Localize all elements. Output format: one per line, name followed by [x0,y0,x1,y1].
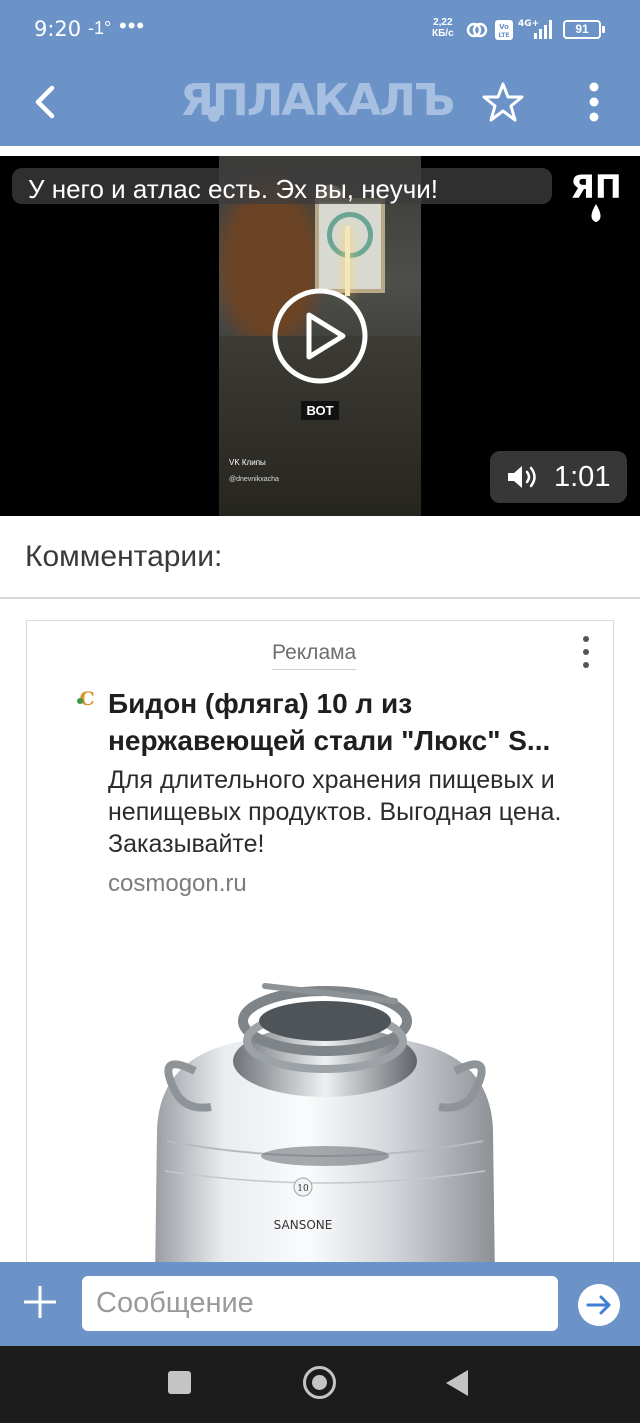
back-arrow-icon[interactable] [24,80,68,124]
video-title: У него и атлас есть. Эх вы, неучи! [28,174,439,204]
speaker-icon[interactable] [506,464,540,490]
ad-card[interactable]: Реклама C Бидон (фляга) 10 л из нержавею… [26,620,614,1280]
thumb-caption-text: ВОТ [301,401,339,420]
plus-icon[interactable] [20,1282,60,1322]
thumb-caption: ВОТ [219,401,421,420]
play-icon[interactable] [271,287,369,385]
thumb-ring-shape [327,212,373,258]
svg-text:4G+: 4G+ [518,19,539,29]
send-arrow-icon[interactable] [578,1284,620,1326]
recents-square-icon[interactable] [168,1371,191,1394]
comments-heading: Комментарии: [25,540,223,573]
video-title-bar: У него и атлас есть. Эх вы, неучи! [12,168,552,204]
status-bar: 9:20 -1° ••• 2,22 КБ/с Vo LTE 4G+ 91 [0,0,640,60]
ad-product-image[interactable]: 10 SANSONE [145,981,505,1280]
advertiser-favicon-icon: C [77,688,95,709]
video-player[interactable]: ВОТ VK Клипы @dnevnikxacha У него и атла… [0,156,640,516]
screen: 9:20 -1° ••• 2,22 КБ/с Vo LTE 4G+ 91 ЯПЛ… [0,0,640,1423]
ad-domain-link[interactable]: cosmogon.ru [108,870,247,898]
thumb-source: VK Клипы [229,458,266,467]
nav-back-triangle-icon[interactable] [446,1370,468,1396]
net-speed-value: 2,22 [433,17,453,28]
home-circle-icon[interactable] [303,1366,336,1399]
product-volume-label: 10 [297,1184,309,1194]
hotspot-icon [466,22,488,38]
message-composer [0,1262,640,1346]
battery-icon: 91 [563,20,605,39]
ad-menu-icon[interactable] [573,635,599,669]
volte-icon: Vo LTE [495,20,513,40]
site-logo[interactable]: ЯПЛАКАЛЪ [180,77,455,125]
product-brand-label: SANSONE [274,1218,333,1232]
logo-drop-shape [208,106,220,122]
video-duration: 1:01 [554,461,611,493]
app-bar: ЯПЛАКАЛЪ [0,60,640,146]
star-icon[interactable] [482,81,524,123]
signal-icon: 4G+ [518,19,552,39]
ad-title-link[interactable]: Бидон (фляга) 10 л из нержавеющей стали … [108,685,588,759]
status-more-dots: ••• [119,13,146,38]
yap-watermark-logo: ЯП [570,168,622,222]
system-nav-bar [0,1346,640,1423]
net-speed-unit: КБ/с [432,28,454,39]
svg-text:C: C [79,688,94,709]
thumb-handle: @dnevnikxacha [229,476,279,483]
svg-text:Vo: Vo [499,23,509,31]
yap-watermark-text: ЯП [570,168,621,206]
ad-label: Реклама [272,641,357,670]
ad-description: Для длительного хранения пищевых и непищ… [108,766,562,858]
divider [0,597,640,599]
duration-pill[interactable]: 1:01 [490,451,627,503]
message-input[interactable] [82,1276,558,1331]
net-speed: 2,22 КБ/с [432,17,454,39]
status-time: 9:20 [34,17,82,41]
thumb-candle-shape [345,226,350,296]
kebab-menu-icon[interactable] [574,80,614,124]
battery-level: 91 [575,22,589,36]
svg-text:LTE: LTE [498,32,509,39]
status-temperature: -1° [88,18,112,38]
